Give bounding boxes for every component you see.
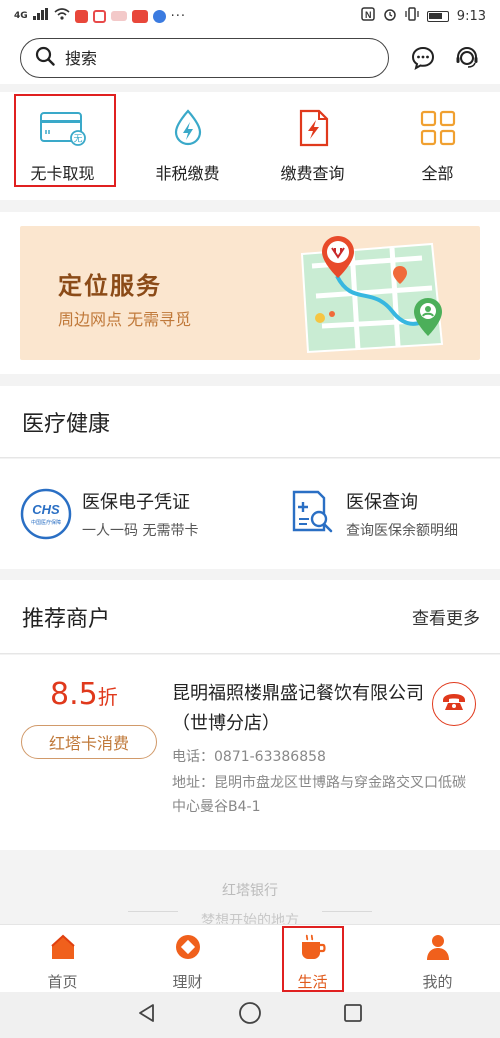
quick-action-payment-query[interactable]: 缴费查询 — [250, 92, 375, 200]
merchants-section-title: 推荐商户 — [22, 606, 111, 632]
medical-item-desc: 一人一码 无需带卡 — [82, 523, 199, 539]
medical-section-header: 医疗健康 — [0, 386, 500, 458]
nfc-icon: N — [361, 7, 375, 25]
search-input[interactable] — [65, 48, 355, 68]
bill-lightning-icon — [289, 108, 337, 148]
message-icon[interactable] — [411, 45, 437, 71]
tab-wealth[interactable]: 理财 — [125, 925, 250, 992]
merchants-section-header: 推荐商户 查看更多 — [0, 580, 500, 654]
alarm-icon — [383, 7, 397, 25]
app-notification-icon — [152, 9, 166, 23]
app-notification-icon — [110, 11, 127, 21]
medical-item-desc: 查询医保余额明细 — [346, 523, 458, 539]
search-header — [0, 32, 500, 84]
merchant-phone: 电话：0871-63386858 — [172, 749, 326, 765]
footer-slogan: 梦想开始的地方 — [201, 913, 299, 924]
grid-icon — [414, 108, 462, 148]
home-icon — [49, 933, 77, 965]
quick-action-label: 非税缴费 — [155, 164, 220, 183]
banner-subtitle: 周边网点 无需寻觅 — [58, 310, 192, 329]
recents-icon[interactable] — [342, 1002, 364, 1028]
search-bar[interactable] — [20, 38, 389, 78]
quick-action-non-tax-payment[interactable]: 非税缴费 — [125, 92, 250, 200]
discount-value: 8.5 — [50, 677, 98, 712]
tab-mine[interactable]: 我的 — [375, 925, 500, 992]
svg-text:N: N — [365, 10, 372, 20]
discount-badge: 8.5折 — [50, 677, 118, 712]
app-notification-icon — [92, 9, 106, 23]
banner-section: 定位服务 周边网点 无需寻觅 — [0, 212, 500, 374]
wifi-icon — [54, 8, 70, 24]
map-illustration — [300, 236, 444, 354]
quick-action-all[interactable]: 全部 — [375, 92, 500, 200]
banner-title: 定位服务 — [58, 272, 162, 300]
merchant-card[interactable]: 8.5折 红塔卡消费 昆明福照楼鼎盛记餐饮有限公司（世博分店） 电话：0871-… — [0, 655, 500, 850]
tab-home[interactable]: 首页 — [0, 925, 125, 992]
signal-icon — [32, 8, 49, 24]
app-notification-icon — [131, 9, 148, 23]
more-notifications-icon: ··· — [170, 8, 187, 24]
medical-item-insurance-voucher[interactable]: CHS 中国医疗保障 医保电子凭证 一人一码 无需带卡 — [0, 459, 250, 569]
tab-label: 我的 — [422, 973, 453, 991]
tab-label: 理财 — [172, 973, 203, 991]
highlight-box — [282, 926, 344, 992]
clock-time: 9:13 — [456, 8, 486, 24]
chs-logo-icon: CHS 中国医疗保障 — [20, 488, 72, 540]
merchant-address: 地址：昆明市盘龙区世博路与穿金路交叉口低碳中心曼谷B4-1 — [172, 775, 466, 815]
medical-item-title: 医保查询 — [346, 492, 418, 513]
card-consumption-tag: 红塔卡消费 — [21, 725, 157, 759]
customer-service-icon[interactable] — [454, 45, 480, 71]
merchant-name: 昆明福照楼鼎盛记餐饮有限公司（世博分店） — [172, 683, 424, 734]
medical-section-body: CHS 中国医疗保障 医保电子凭证 一人一码 无需带卡 医保查询 查询医保余额明… — [0, 459, 500, 569]
vibrate-icon — [405, 7, 419, 25]
discount-unit: 折 — [97, 685, 118, 709]
chs-logo-subtext: 中国医疗保障 — [30, 520, 61, 526]
home-nav-icon[interactable] — [238, 1001, 262, 1029]
drop-lightning-icon — [164, 108, 212, 148]
highlight-box — [14, 94, 116, 187]
user-icon — [424, 933, 452, 965]
medical-section-title: 医疗健康 — [22, 411, 111, 437]
back-icon[interactable] — [136, 1002, 158, 1028]
system-navigation-bar — [0, 992, 500, 1038]
tab-label: 首页 — [47, 973, 78, 991]
view-more-link[interactable]: 查看更多 — [412, 604, 480, 629]
bottom-tab-bar: 首页 理财 生活 我的 — [0, 924, 500, 992]
footer-brand: 红塔银行 — [222, 883, 278, 899]
insurance-query-icon — [288, 488, 336, 540]
quick-action-label: 全部 — [421, 164, 454, 183]
medical-item-insurance-query[interactable]: 医保查询 查询医保余额明细 — [250, 459, 500, 569]
chs-logo-text: CHS — [32, 502, 60, 517]
quick-action-label: 缴费查询 — [280, 164, 345, 183]
search-icon — [35, 46, 55, 70]
status-bar: 4G ··· N 9:13 — [0, 0, 500, 32]
medical-item-title: 医保电子凭证 — [82, 492, 190, 513]
app-notification-icon — [74, 9, 88, 23]
wealth-icon — [174, 933, 202, 965]
call-button[interactable] — [432, 682, 476, 726]
battery-icon — [426, 10, 449, 22]
phone-icon — [441, 692, 467, 716]
location-service-banner[interactable]: 定位服务 周边网点 无需寻觅 — [20, 226, 480, 360]
network-label: 4G — [14, 11, 28, 21]
